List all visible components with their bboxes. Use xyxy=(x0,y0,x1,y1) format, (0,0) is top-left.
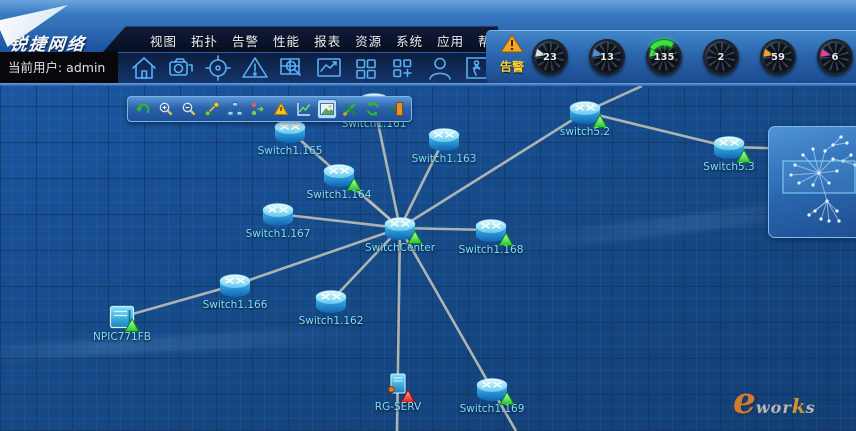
gauge-value: 13 xyxy=(589,39,625,75)
gauge-value: 59 xyxy=(760,39,796,75)
node-label-NPIC771FB: NPIC771FB xyxy=(57,331,187,343)
switch-icon xyxy=(217,272,253,298)
node-NPIC771FB[interactable] xyxy=(109,305,135,329)
watermark-tail: s xyxy=(806,398,816,417)
eworks-watermark: eworks xyxy=(733,380,816,422)
menu-item-应用[interactable]: 应用 xyxy=(437,31,464,50)
node-Switch1.167[interactable] xyxy=(260,201,296,227)
topology-canvas[interactable]: Switch1.161Switch1.165Switch1.163switch5… xyxy=(0,86,856,431)
home-icon[interactable] xyxy=(130,54,158,82)
node-label-Switch1.162: Switch1.162 xyxy=(266,315,396,327)
minimap-graph xyxy=(769,127,856,239)
watermark-e: e xyxy=(733,380,756,422)
node-Switch1.169[interactable] xyxy=(474,376,510,402)
node-Switch1.166[interactable] xyxy=(217,272,253,298)
alarm-gauge-2[interactable]: 13 xyxy=(589,39,625,75)
node-RG-SERV[interactable] xyxy=(385,372,411,400)
menu-item-资源[interactable]: 资源 xyxy=(355,31,382,50)
zoom-view-icon[interactable] xyxy=(278,54,306,82)
zoom-out-icon[interactable] xyxy=(180,100,198,118)
zoom-in-icon[interactable] xyxy=(157,100,175,118)
gauge-value: 6 xyxy=(817,39,853,75)
alarm-gauge-6[interactable]: 6 xyxy=(817,39,853,75)
node-label-Switch1.165: Switch1.165 xyxy=(225,145,355,157)
node-Switch5.3[interactable] xyxy=(711,134,747,160)
node-switch5.2[interactable] xyxy=(567,99,603,125)
performance-icon[interactable] xyxy=(315,54,343,82)
current-user-label: 当前用户: admin xyxy=(0,52,118,84)
node-Switch1.164[interactable] xyxy=(321,162,357,188)
node-label-Switch1.169: Switch1.169 xyxy=(427,403,557,415)
chart-icon[interactable] xyxy=(295,100,313,118)
flow-icon[interactable] xyxy=(249,100,267,118)
switch-icon xyxy=(313,288,349,314)
apps-add-icon[interactable] xyxy=(389,54,417,82)
locate-icon[interactable] xyxy=(204,54,232,82)
minimap-viewport[interactable] xyxy=(783,161,855,193)
watermark-accent: k xyxy=(792,394,806,418)
node-label-Switch1.163: Switch1.163 xyxy=(379,153,509,165)
network-management-app: 锐捷网络 视图拓扑告警性能报表资源系统应用帮助 当前用户: admin 告警 2… xyxy=(0,0,856,431)
alarm-icon[interactable] xyxy=(241,54,269,82)
menu-item-拓扑[interactable]: 拓扑 xyxy=(191,31,218,50)
menu-bar: 视图拓扑告警性能报表资源系统应用帮助 xyxy=(150,31,505,50)
menu-item-告警[interactable]: 告警 xyxy=(232,31,259,50)
alarm-setting-icon[interactable] xyxy=(272,100,290,118)
node-SwitchCenter[interactable] xyxy=(382,215,418,241)
node-label-Switch1.167: Switch1.167 xyxy=(213,228,343,240)
user-icon[interactable] xyxy=(426,54,454,82)
alarm-gauge-5[interactable]: 59 xyxy=(760,39,796,75)
exit-icon[interactable] xyxy=(387,100,405,118)
alarm-gauge-1[interactable]: 23 xyxy=(532,39,568,75)
menu-item-系统[interactable]: 系统 xyxy=(396,31,423,50)
warning-triangle-icon xyxy=(500,34,524,53)
alarm-label: 告警 xyxy=(492,58,532,75)
node-label-Switch1.168: Switch1.168 xyxy=(426,244,556,256)
menu-item-报表[interactable]: 报表 xyxy=(314,31,341,50)
menu-item-视图[interactable]: 视图 xyxy=(150,31,177,50)
gauge-value: 23 xyxy=(532,39,568,75)
node-Switch1.168[interactable] xyxy=(473,217,509,243)
add-link-icon[interactable] xyxy=(203,100,221,118)
gauge-value: 2 xyxy=(703,39,739,75)
gauge-value: 135 xyxy=(646,39,682,75)
node-label-Switch1.164: Switch1.164 xyxy=(274,189,404,201)
node-label-Switch1.166: Switch1.166 xyxy=(170,299,300,311)
quick-toolbar xyxy=(130,54,491,82)
switch-icon xyxy=(260,201,296,227)
tools-icon[interactable] xyxy=(341,100,359,118)
minimap-panel[interactable] xyxy=(768,126,856,238)
apps-grid-icon[interactable] xyxy=(352,54,380,82)
snapshot-icon[interactable] xyxy=(167,54,195,82)
refresh-icon[interactable] xyxy=(364,100,382,118)
node-Switch1.162[interactable] xyxy=(313,288,349,314)
alarm-gauges: 23 13 135 2 59 6 xyxy=(532,39,853,75)
menu-item-性能[interactable]: 性能 xyxy=(273,31,300,50)
topology-toolbar xyxy=(127,96,412,122)
header: 锐捷网络 视图拓扑告警性能报表资源系统应用帮助 当前用户: admin 告警 2… xyxy=(0,0,856,86)
alarm-gauge-3[interactable]: 135 xyxy=(646,39,682,75)
tree-layout-icon[interactable] xyxy=(226,100,244,118)
node-label-switch5.2: switch5.2 xyxy=(520,126,650,138)
alarm-gauge-4[interactable]: 2 xyxy=(703,39,739,75)
undo-icon[interactable] xyxy=(134,100,152,118)
background-image-icon[interactable] xyxy=(318,100,336,118)
alarm-summary[interactable]: 告警 xyxy=(492,34,532,75)
watermark-mid: wor xyxy=(756,398,792,417)
